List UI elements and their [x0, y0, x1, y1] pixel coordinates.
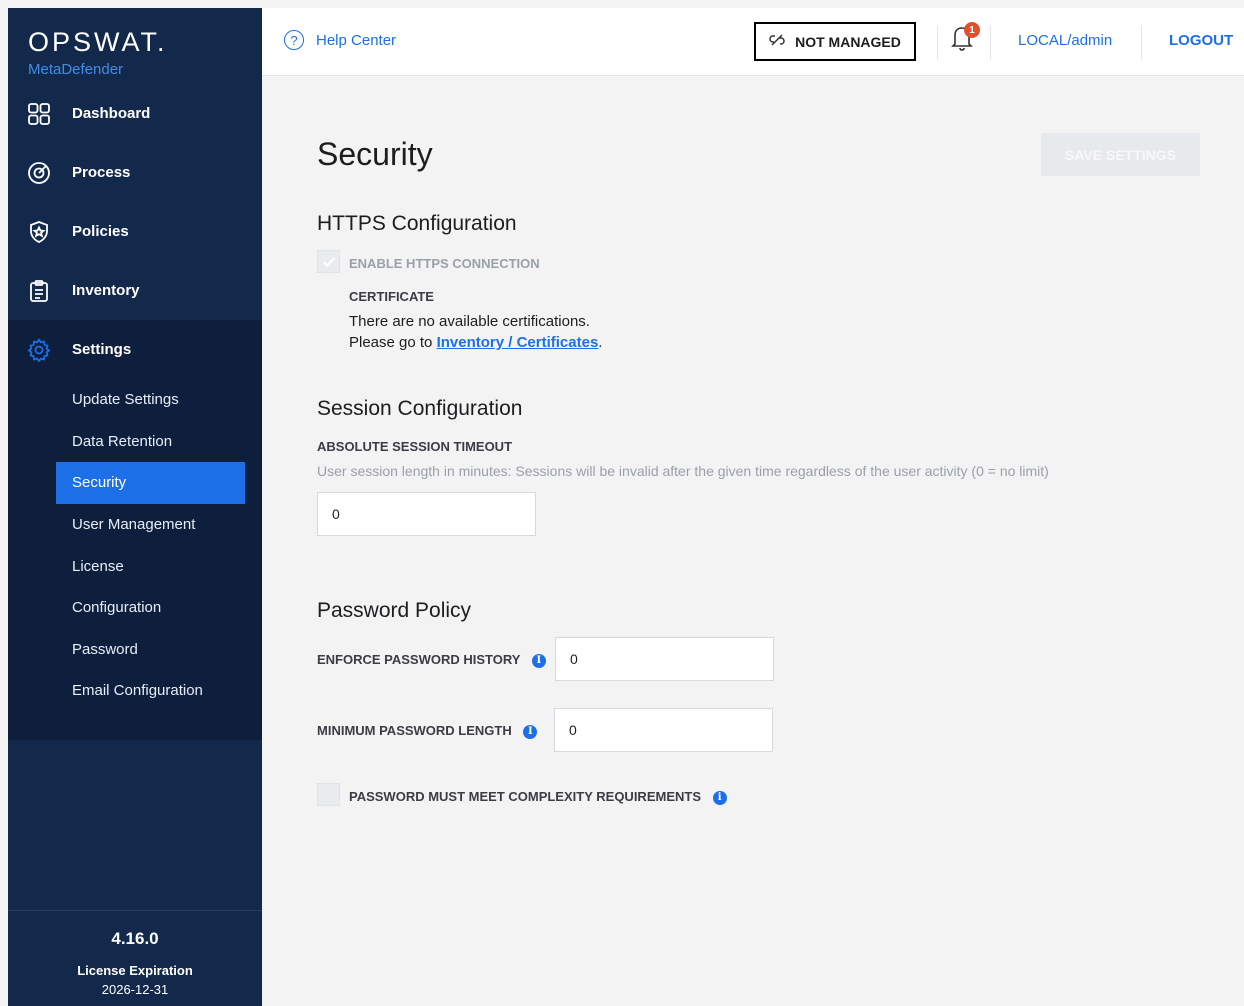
no-certificates-text: There are no available certifications.: [349, 313, 590, 330]
topbar-divider: [937, 26, 938, 60]
inventory-certificates-link[interactable]: Inventory / Certificates: [437, 334, 599, 351]
unlink-icon: [769, 33, 785, 50]
nav-item-policies[interactable]: Policies: [8, 202, 262, 261]
question-icon: ?: [284, 30, 304, 50]
min-password-length-text: MINIMUM PASSWORD LENGTH: [317, 723, 512, 738]
complexity-text: PASSWORD MUST MEET COMPLEXITY REQUIREMEN…: [349, 789, 701, 804]
not-managed-button[interactable]: NOT MANAGED: [754, 22, 916, 61]
nav-label-dashboard: Dashboard: [72, 105, 151, 122]
info-icon[interactable]: i: [531, 653, 546, 668]
certificates-hint: Please go to Inventory / Certificates.: [349, 334, 602, 351]
min-password-length-input[interactable]: 0: [554, 708, 773, 752]
logout-button[interactable]: LOGOUT: [1169, 32, 1233, 49]
min-password-length-label: MINIMUM PASSWORD LENGTH i: [317, 723, 538, 739]
shield-icon: [26, 219, 52, 245]
sidebar: OPSWAT. MetaDefender Dashboard Process P…: [8, 8, 262, 1006]
complexity-label: PASSWORD MUST MEET COMPLEXITY REQUIREMEN…: [349, 789, 727, 805]
sidebar-item-security[interactable]: Security: [56, 462, 245, 504]
gear-icon: [26, 337, 52, 363]
sidebar-item-data-retention[interactable]: Data Retention: [8, 421, 245, 463]
process-icon: [26, 160, 52, 186]
password-history-input[interactable]: 0: [555, 637, 774, 681]
session-timeout-label: ABSOLUTE SESSION TIMEOUT: [317, 439, 513, 454]
sidebar-item-email-configuration[interactable]: Email Configuration: [8, 670, 245, 712]
save-settings-button[interactable]: SAVE SETTINGS: [1041, 133, 1200, 176]
dashboard-icon: [26, 101, 52, 127]
user-menu[interactable]: LOCAL/admin: [1018, 32, 1112, 49]
nav-label-settings: Settings: [72, 341, 132, 358]
enable-https-checkbox[interactable]: [317, 250, 340, 273]
sidebar-footer: 4.16.0 License Expiration 2026-12-31: [8, 910, 262, 1006]
nav-item-process[interactable]: Process: [8, 143, 262, 202]
topbar-divider: [1141, 26, 1142, 60]
nav-label-policies: Policies: [72, 223, 129, 240]
clipboard-icon: [26, 278, 52, 304]
complexity-checkbox[interactable]: [317, 783, 340, 806]
session-timeout-hint: User session length in minutes: Sessions…: [317, 463, 1049, 479]
top-bar: ? Help Center NOT MANAGED 1 LOCAL/admin …: [262, 8, 1244, 76]
product-name: MetaDefender: [28, 61, 124, 78]
https-section-title: HTTPS Configuration: [317, 212, 517, 235]
brand[interactable]: OPSWAT. MetaDefender: [8, 8, 262, 84]
check-icon: [322, 256, 335, 267]
topbar-divider: [990, 26, 991, 60]
sidebar-item-update-settings[interactable]: Update Settings: [8, 379, 245, 421]
info-icon[interactable]: i: [712, 790, 727, 805]
settings-group: Settings Update Settings Data Retention …: [8, 320, 262, 740]
enable-https-label: ENABLE HTTPS CONNECTION: [349, 256, 540, 271]
main-content: Security SAVE SETTINGS HTTPS Configurati…: [262, 76, 1244, 1006]
go-to-text: Please go to: [349, 334, 433, 351]
nav-item-inventory[interactable]: Inventory: [8, 261, 262, 320]
password-section-title: Password Policy: [317, 599, 472, 622]
sidebar-item-password[interactable]: Password: [8, 629, 245, 671]
license-expiration-date: 2026-12-31: [101, 982, 169, 997]
sidebar-item-configuration[interactable]: Configuration: [8, 587, 245, 629]
sidebar-item-user-management[interactable]: User Management: [8, 504, 245, 546]
password-history-label: ENFORCE PASSWORD HISTORY i: [317, 652, 546, 668]
certificate-label: CERTIFICATE: [349, 289, 434, 304]
help-center-label: Help Center: [316, 31, 397, 49]
opswat-logo: OPSWAT.: [28, 27, 168, 57]
license-expiration-label: License Expiration: [77, 963, 193, 978]
nav-item-settings[interactable]: Settings: [8, 320, 262, 379]
session-timeout-input[interactable]: 0: [317, 492, 536, 536]
nav-label-process: Process: [72, 164, 131, 181]
nav-item-dashboard[interactable]: Dashboard: [8, 84, 262, 143]
notification-badge: 1: [964, 22, 980, 38]
password-history-text: ENFORCE PASSWORD HISTORY: [317, 652, 521, 667]
version-number: 4.16.0: [111, 929, 159, 948]
nav-label-inventory: Inventory: [72, 282, 140, 299]
trailing-period: .: [598, 334, 603, 351]
not-managed-label: NOT MANAGED: [795, 33, 901, 50]
notifications-button[interactable]: 1: [950, 22, 980, 56]
info-icon[interactable]: i: [523, 724, 538, 739]
sidebar-item-license[interactable]: License: [8, 545, 245, 587]
main-nav: Dashboard Process Policies Inventory Set…: [8, 84, 262, 740]
help-center-link[interactable]: ? Help Center: [284, 30, 396, 50]
session-section-title: Session Configuration: [317, 397, 523, 420]
page-title: Security: [317, 136, 433, 172]
